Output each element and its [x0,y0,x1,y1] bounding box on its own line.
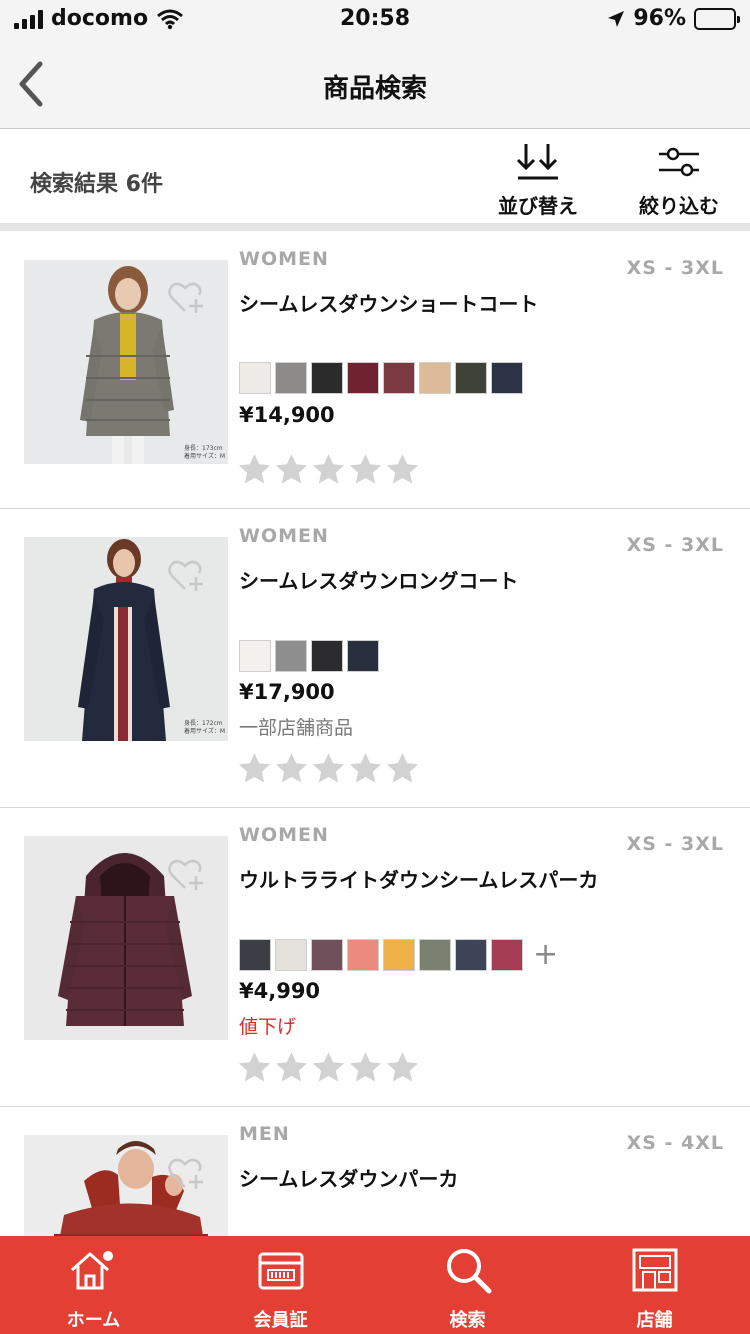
location-arrow-icon [608,10,625,27]
home-icon [71,1251,113,1290]
color-swatch[interactable] [347,939,379,971]
store-limited-note: 一部店舗商品 [239,717,354,739]
thumb-caption-size: 着用サイズ：M [184,727,225,735]
product-card[interactable]: 身長：173cm 着用サイズ：M WOMEN XS - 3XL シームレスダウン… [0,231,750,509]
tab-member-card[interactable]: 会員証 [187,1236,374,1334]
star-icon [275,1052,308,1082]
product-gender: WOMEN [239,248,329,270]
divider [0,223,750,231]
product-name: シームレスダウンパーカ [239,1167,459,1191]
star-icon [349,454,382,484]
rating-stars [236,1050,421,1086]
favorite-heart-add-icon[interactable] [168,1157,208,1191]
results-count: 検索結果 6件 [30,172,163,197]
rating-stars [236,452,421,488]
color-swatches: + [239,939,558,971]
color-swatches [239,640,379,672]
color-swatch[interactable] [275,362,307,394]
color-swatch[interactable] [383,939,415,971]
product-name: ウルトラライトダウンシームレスパーカ [239,868,599,892]
star-icon [275,753,308,783]
color-swatch[interactable] [275,939,307,971]
sort-icon [516,144,558,180]
sort-button[interactable]: 並び替え [483,142,593,222]
thumb-caption-height: 身長：173cm [184,444,223,452]
tab-home[interactable]: ホーム [0,1236,187,1334]
star-icon [349,1052,382,1082]
member-card-icon [258,1252,304,1290]
tab-label: ホーム [66,1310,121,1331]
page-title: 商品検索 [322,74,427,104]
color-swatch[interactable] [239,640,271,672]
store-icon [632,1248,678,1292]
battery-percent: 96% [633,6,686,31]
favorite-heart-add-icon[interactable] [168,858,208,892]
sort-label: 並び替え [498,194,578,218]
star-icon [312,1052,345,1082]
tab-search[interactable]: 検索 [374,1236,561,1334]
navigation-bar: 商品検索 [0,40,750,129]
color-swatch[interactable] [239,939,271,971]
product-price: ¥14,900 [239,403,335,427]
tab-label: 会員証 [253,1310,308,1331]
color-swatch[interactable] [455,362,487,394]
product-size-range: XS - 3XL [626,534,724,556]
thumb-caption-height: 身長：172cm [184,719,223,727]
color-swatch[interactable] [419,939,451,971]
star-icon [349,753,382,783]
battery-icon [694,7,740,30]
color-swatch[interactable] [419,362,451,394]
more-colors-indicator[interactable]: + [533,939,558,971]
product-price: ¥17,900 [239,680,335,704]
star-icon [312,753,345,783]
tab-store[interactable]: 店舗 [561,1236,748,1334]
thumb-caption-size: 着用サイズ：M [184,452,225,460]
color-swatch[interactable] [311,362,343,394]
star-icon [386,454,419,484]
product-price: ¥4,990 [239,979,321,1003]
color-swatch[interactable] [455,939,487,971]
favorite-heart-add-icon[interactable] [168,559,208,593]
product-size-range: XS - 3XL [626,833,724,855]
color-swatch[interactable] [311,640,343,672]
filter-button[interactable]: 絞り込む [624,142,734,222]
color-swatch[interactable] [383,362,415,394]
star-icon [312,454,345,484]
status-bar: docomo 20:58 96% [0,0,750,40]
status-right-group: 96% [607,6,740,31]
color-swatch[interactable] [491,939,523,971]
star-icon [238,753,271,783]
star-icon [386,753,419,783]
star-icon [275,454,308,484]
product-size-range: XS - 3XL [626,257,724,279]
bottom-tab-bar: ホーム 会員証 検索 店舗 [0,1236,750,1334]
product-name: シームレスダウンショートコート [239,292,539,316]
price-drop-badge: 値下げ [239,1016,297,1038]
rating-stars [236,751,421,787]
product-size-range: XS - 4XL [626,1132,724,1154]
tab-label: 検索 [449,1310,486,1331]
search-icon [447,1249,492,1294]
results-header: 検索結果 6件 並び替え 絞り込む [0,130,750,223]
color-swatch[interactable] [275,640,307,672]
tab-label: 店舗 [636,1310,673,1331]
product-card[interactable]: 身長：172cm 着用サイズ：M WOMEN XS - 3XL シームレスダウン… [0,509,750,808]
color-swatch[interactable] [347,640,379,672]
product-gender: WOMEN [239,824,329,846]
star-icon [386,1052,419,1082]
star-icon [238,1052,271,1082]
product-gender: WOMEN [239,525,329,547]
product-name: シームレスダウンロングコート [239,569,519,593]
favorite-heart-add-icon[interactable] [168,281,208,315]
product-gender: MEN [239,1123,290,1145]
color-swatch[interactable] [239,362,271,394]
color-swatch[interactable] [311,939,343,971]
color-swatches [239,362,523,394]
star-icon [238,454,271,484]
color-swatch[interactable] [347,362,379,394]
filter-sliders-icon [659,147,699,177]
color-swatch[interactable] [491,362,523,394]
product-card[interactable]: WOMEN XS - 3XL ウルトラライトダウンシームレスパーカ + ¥4,9… [0,808,750,1107]
filter-label: 絞り込む [639,194,719,218]
